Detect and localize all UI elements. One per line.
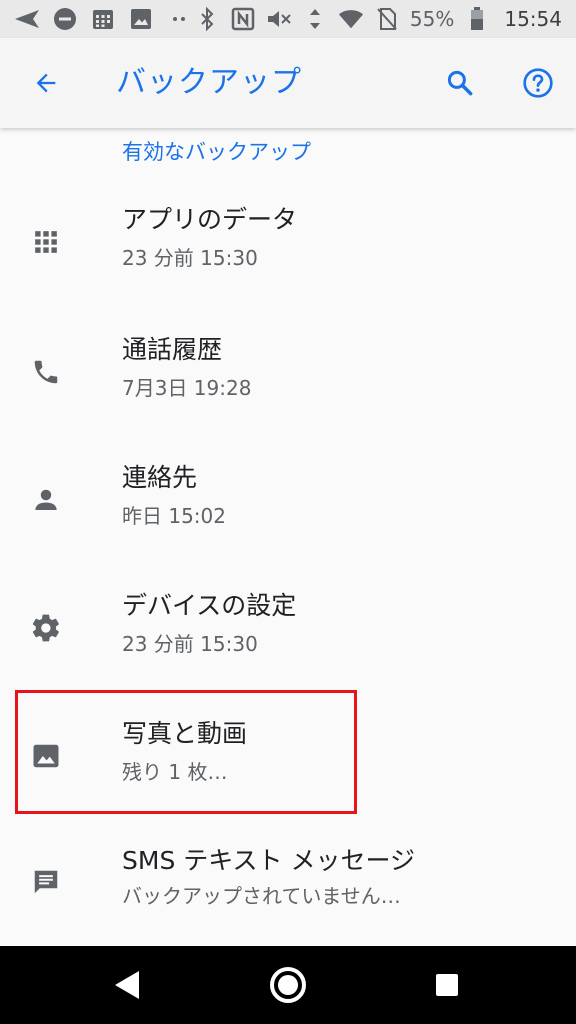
home-circle-icon [270,967,306,1003]
data-arrows-icon [302,6,328,32]
person-icon [26,480,66,520]
page-title: バックアップ [116,65,302,100]
item-subtitle: 昨日 15:02 [122,504,226,528]
list-item-contacts[interactable]: 連絡先 昨日 15:02 [0,436,576,564]
search-icon [447,70,473,96]
more-dots-icon [166,6,192,32]
status-time: 15:54 [504,7,562,31]
help-button[interactable] [514,59,562,107]
navigation-bar [0,946,576,1024]
screen: 55% 15:54 バックアップ 有効なバックアップ アプリのデータ 23 分前 [0,0,576,1024]
apps-grid-icon [26,222,66,262]
image-icon [128,6,154,32]
no-sim-icon [374,6,400,32]
status-bar-right: 55% 15:54 [194,4,562,34]
backup-list: 有効なバックアップ アプリのデータ 23 分前 15:30 通話履歴 7月3日 … [0,128,576,946]
recents-square-icon [436,974,458,996]
item-title: 通話履歴 [122,335,223,364]
status-bar: 55% 15:54 [0,0,576,38]
section-header: 有効なバックアップ [122,140,311,164]
bluetooth-icon [194,6,220,32]
back-button[interactable] [22,59,70,107]
list-item-app-data[interactable]: アプリのデータ 23 分前 15:30 [0,178,576,306]
list-item-call-history[interactable]: 通話履歴 7月3日 19:28 [0,308,576,436]
item-title: SMS テキスト メッセージ [122,846,415,875]
mute-icon [266,6,292,32]
nav-back-button[interactable] [100,958,154,1012]
item-title: アプリのデータ [122,205,298,234]
list-item-sms[interactable]: SMS テキスト メッセージ バックアップされていません… [0,820,576,948]
list-item-device-settings[interactable]: デバイスの設定 23 分前 15:30 [0,564,576,692]
item-title: デバイスの設定 [122,591,297,620]
nav-recents-button[interactable] [420,958,474,1012]
nfc-icon [230,6,256,32]
item-subtitle: 23 分前 15:30 [122,632,258,656]
nav-home-button[interactable] [261,958,315,1012]
gear-icon [26,608,66,648]
arrow-back-icon [36,73,56,93]
highlight-annotation-box [15,690,357,814]
battery-percent: 55% [409,7,455,31]
search-button[interactable] [436,59,484,107]
item-title: 連絡先 [122,463,198,492]
do-not-disturb-icon [52,6,78,32]
item-subtitle: 7月3日 19:28 [122,376,252,400]
item-subtitle: バックアップされていません… [122,884,401,908]
wifi-icon [338,6,364,32]
phone-icon [26,352,66,392]
status-bar-left [14,4,192,34]
item-subtitle: 23 分前 15:30 [122,246,258,270]
calendar-icon [90,6,116,32]
back-triangle-icon [115,971,139,999]
app-bar: バックアップ [0,38,576,128]
battery-icon [464,6,490,32]
message-icon [26,862,66,902]
help-icon [523,68,553,98]
send-icon [14,6,40,32]
